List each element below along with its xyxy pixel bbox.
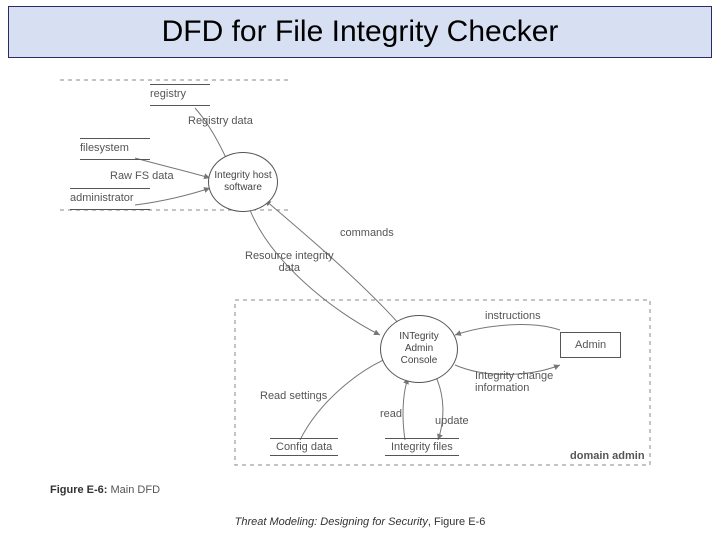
flow-resource-integrity: Resource integrity data <box>245 250 334 274</box>
datastore-config: Config data <box>270 438 338 456</box>
entity-filesystem: filesystem <box>80 142 150 154</box>
footer-book-title: Threat Modeling: Designing for Security <box>235 516 428 528</box>
footer: Threat Modeling: Designing for Security,… <box>0 516 720 528</box>
entity-registry-label: registry <box>150 88 210 100</box>
process-admin-console: INTegrity Admin Console <box>380 315 458 383</box>
flow-read: read <box>380 408 402 420</box>
entity-filesystem-label: filesystem <box>80 142 150 154</box>
flow-lines <box>40 70 680 480</box>
datastore-config-label: Config data <box>270 438 338 456</box>
flow-instructions: instructions <box>485 310 541 322</box>
flow-registry-data: Registry data <box>188 115 253 127</box>
flow-integrity-change: Integrity change information <box>475 370 553 394</box>
process-integrity-host-label: Integrity host software <box>214 170 271 194</box>
datastore-integrity-files: Integrity files <box>385 438 459 456</box>
figure-caption-bold: Figure E-6: <box>50 484 107 496</box>
page-title: DFD for File Integrity Checker <box>162 15 559 49</box>
process-admin-console-label: INTegrity Admin Console <box>399 331 438 367</box>
entity-admin-label: Admin <box>575 339 606 351</box>
entity-registry: registry <box>150 88 210 100</box>
entity-administrator: administrator <box>70 192 150 204</box>
entity-administrator-label: administrator <box>70 192 150 204</box>
flow-raw-fs-data: Raw FS data <box>110 170 174 182</box>
title-bar: DFD for File Integrity Checker <box>8 6 712 58</box>
flow-commands: commands <box>340 227 394 239</box>
footer-figure-ref: , Figure E-6 <box>428 516 485 528</box>
dfd-diagram: registry filesystem administrator Integr… <box>40 70 680 480</box>
process-integrity-host: Integrity host software <box>208 152 278 212</box>
flow-update: update <box>435 415 469 427</box>
figure-caption: Figure E-6: Main DFD <box>50 484 160 496</box>
entity-admin: Admin <box>560 332 621 358</box>
figure-caption-text: Main DFD <box>107 484 160 496</box>
boundary-domain-admin: domain admin <box>570 450 645 462</box>
flow-read-settings: Read settings <box>260 390 327 402</box>
datastore-integrity-files-label: Integrity files <box>385 438 459 456</box>
